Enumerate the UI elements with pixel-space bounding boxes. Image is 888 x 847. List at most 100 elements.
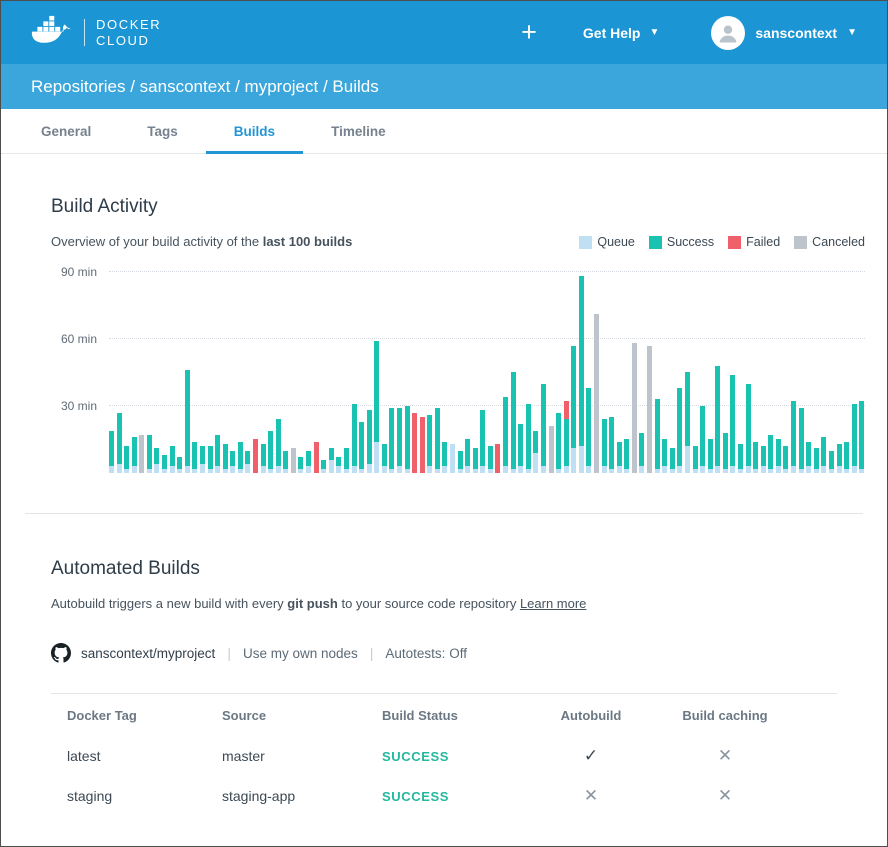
chart-bar bbox=[139, 435, 144, 473]
top-header: DOCKER CLOUD + Get Help ▼ sanscontext ▼ bbox=[1, 1, 887, 64]
source-cell: staging-app bbox=[222, 788, 382, 804]
automated-builds-title: Automated Builds bbox=[51, 558, 837, 580]
chart-bar bbox=[708, 439, 713, 473]
chart-bar bbox=[192, 442, 197, 473]
build-caching-toggle-icon[interactable]: ✕ bbox=[650, 746, 800, 766]
chart-bar bbox=[238, 442, 243, 473]
chart-bar bbox=[359, 422, 364, 473]
tab-general[interactable]: General bbox=[13, 109, 119, 153]
chart-bar bbox=[117, 413, 122, 473]
col-source: Source bbox=[222, 708, 382, 723]
chart-bar bbox=[154, 448, 159, 473]
autotests-setting: Autotests: Off bbox=[385, 646, 467, 661]
docker-whale-icon bbox=[31, 15, 73, 51]
chart-bar bbox=[837, 444, 842, 473]
chart-bar bbox=[306, 451, 311, 473]
chart-bar bbox=[480, 410, 485, 473]
chart-bar bbox=[458, 451, 463, 473]
chart-bar bbox=[245, 451, 250, 473]
chart-bar bbox=[170, 446, 175, 473]
chart-bar bbox=[473, 448, 478, 473]
chart-bar bbox=[609, 417, 614, 473]
chart-bar bbox=[382, 444, 387, 473]
chart-bar bbox=[579, 276, 584, 473]
chart-bar bbox=[291, 448, 296, 473]
chart-bar bbox=[670, 448, 675, 473]
build-activity-section: Build Activity Overview of your build ac… bbox=[1, 154, 887, 473]
username-label: sanscontext bbox=[755, 25, 837, 41]
chart-bar bbox=[859, 401, 864, 473]
table-row[interactable]: latest master SUCCESS ✓ ✕ bbox=[67, 736, 821, 776]
user-menu[interactable]: sanscontext ▼ bbox=[711, 16, 857, 50]
chart-bar bbox=[162, 455, 167, 473]
chart-bar bbox=[336, 457, 341, 473]
chart-bar bbox=[533, 431, 538, 473]
breadcrumb[interactable]: Repositories / sanscontext / myproject /… bbox=[1, 64, 887, 109]
get-help-menu[interactable]: Get Help ▼ bbox=[583, 25, 659, 41]
github-icon bbox=[51, 643, 71, 663]
chart-bar bbox=[177, 457, 182, 473]
docker-cloud-logo[interactable]: DOCKER CLOUD bbox=[31, 15, 161, 51]
build-status-cell: SUCCESS bbox=[382, 749, 532, 764]
chart-bar bbox=[541, 384, 546, 473]
chart-bar bbox=[594, 314, 599, 473]
nodes-setting: Use my own nodes bbox=[243, 646, 358, 661]
chart-bar bbox=[208, 446, 213, 473]
learn-more-link[interactable]: Learn more bbox=[520, 596, 586, 611]
chart-bar bbox=[314, 442, 319, 473]
chart-bar bbox=[677, 388, 682, 473]
chart-bar bbox=[526, 404, 531, 473]
chart-bar bbox=[746, 384, 751, 473]
chart-bar bbox=[738, 444, 743, 473]
table-row[interactable]: staging staging-app SUCCESS ✕ ✕ bbox=[67, 776, 821, 816]
chart-bar bbox=[602, 419, 607, 473]
get-help-label: Get Help bbox=[583, 25, 641, 41]
chart-bar bbox=[723, 433, 728, 473]
autobuild-toggle-icon[interactable]: ✕ bbox=[532, 786, 650, 806]
chart-bar bbox=[268, 431, 273, 473]
build-caching-toggle-icon[interactable]: ✕ bbox=[650, 786, 800, 806]
chart-bar bbox=[768, 435, 773, 473]
table-header-row: Docker Tag Source Build Status Autobuild… bbox=[67, 694, 821, 736]
docker-tag-cell: latest bbox=[67, 748, 222, 764]
legend-failed: Failed bbox=[728, 235, 780, 249]
chart-bar bbox=[276, 419, 281, 473]
chart-bar bbox=[200, 446, 205, 473]
legend-canceled-swatch bbox=[794, 236, 807, 249]
legend-queue: Queue bbox=[579, 235, 635, 249]
chart-bar bbox=[662, 439, 667, 473]
tab-builds[interactable]: Builds bbox=[206, 109, 303, 153]
brand-wordmark: DOCKER CLOUD bbox=[96, 17, 161, 48]
legend-canceled: Canceled bbox=[794, 235, 865, 249]
chart-bar bbox=[374, 341, 379, 473]
chart-bar bbox=[450, 444, 455, 473]
tab-timeline[interactable]: Timeline bbox=[303, 109, 414, 153]
col-build-status: Build Status bbox=[382, 708, 532, 723]
chart-bar bbox=[442, 442, 447, 473]
chart-bar bbox=[435, 408, 440, 473]
chart-bar bbox=[564, 401, 569, 473]
chart-legend: Queue Success Failed Canceled bbox=[579, 235, 865, 249]
col-docker-tag: Docker Tag bbox=[67, 708, 222, 723]
chart-bar bbox=[412, 413, 417, 473]
chart-bar bbox=[799, 408, 804, 473]
vertical-separator: | bbox=[370, 645, 374, 661]
chart-bar bbox=[549, 426, 554, 473]
vertical-separator: | bbox=[227, 645, 231, 661]
chart-bar bbox=[647, 346, 652, 473]
chart-bar bbox=[405, 406, 410, 473]
tab-tags[interactable]: Tags bbox=[119, 109, 206, 153]
chart-bar bbox=[367, 410, 372, 473]
repo-name: sanscontext/myproject bbox=[81, 646, 215, 661]
chart-bar bbox=[518, 424, 523, 473]
chart-bar bbox=[586, 388, 591, 473]
avatar bbox=[711, 16, 745, 50]
repo-tabs: General Tags Builds Timeline bbox=[1, 109, 887, 154]
chart-bar bbox=[261, 444, 266, 473]
legend-success: Success bbox=[649, 235, 714, 249]
create-button[interactable]: + bbox=[521, 19, 537, 46]
autobuild-toggle-icon[interactable]: ✓ bbox=[532, 746, 650, 766]
source-repo-row: sanscontext/myproject | Use my own nodes… bbox=[51, 643, 837, 663]
chart-bar bbox=[806, 442, 811, 473]
chart-bar bbox=[624, 439, 629, 473]
